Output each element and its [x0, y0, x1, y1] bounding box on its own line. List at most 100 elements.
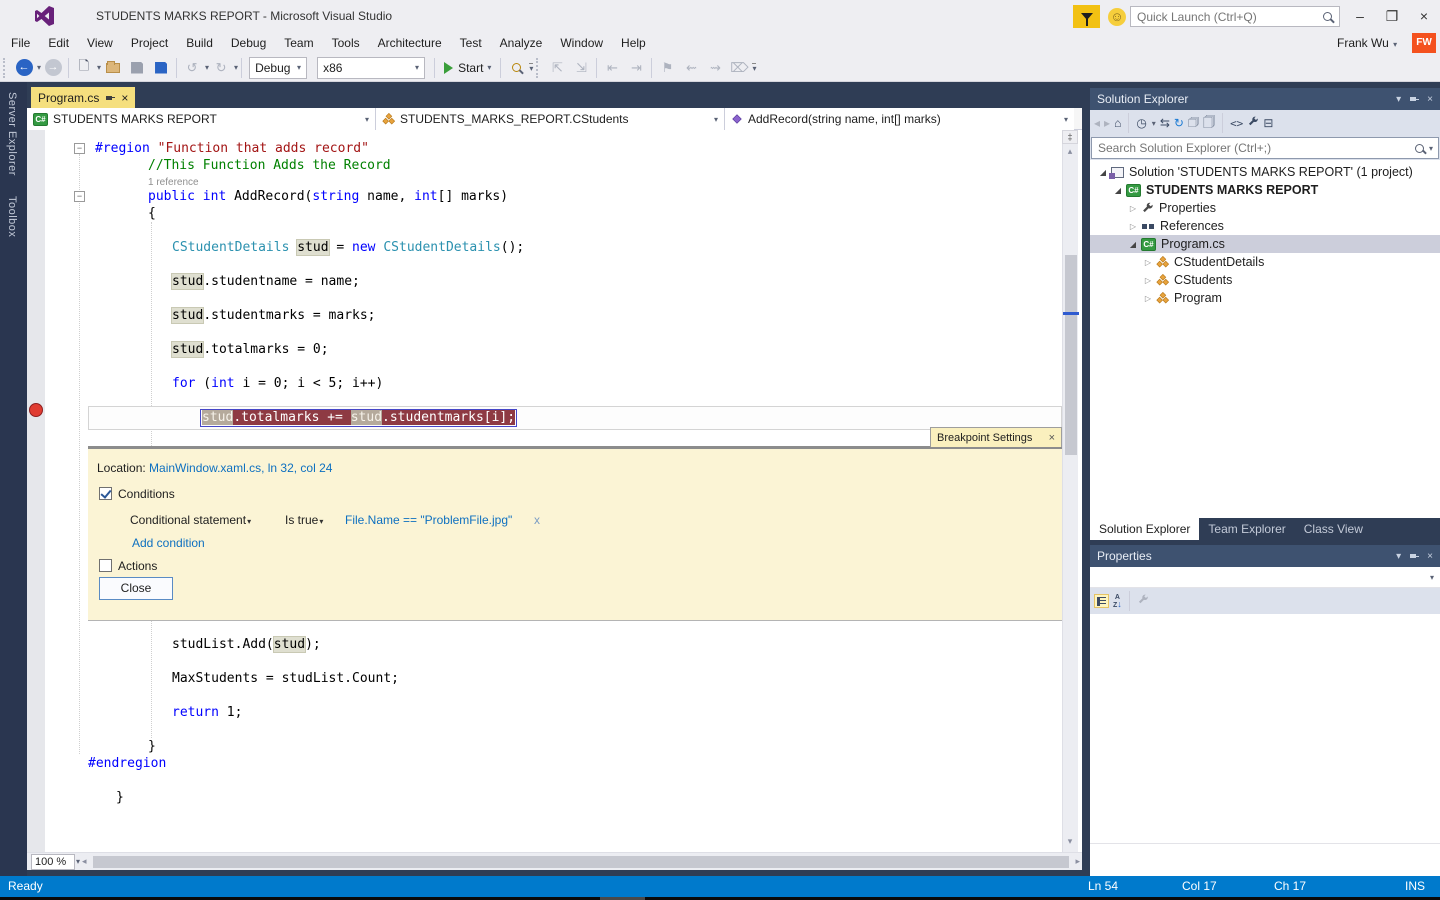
window-position-icon[interactable]: ▾ [1396, 94, 1401, 105]
home-icon[interactable]: ⌂ [1114, 116, 1121, 130]
solution-explorer-close-icon[interactable]: × [1427, 94, 1433, 105]
solution-platform-combo[interactable]: x86 ▾ [317, 56, 426, 79]
editor-splitter-handle[interactable]: ‡ [1062, 130, 1078, 144]
condition-expression[interactable]: File.Name == "ProblemFile.jpg" [345, 513, 512, 527]
conditions-checkbox[interactable] [99, 487, 112, 500]
menu-item-edit[interactable]: Edit [39, 33, 78, 53]
breakpoint-gutter[interactable] [27, 130, 45, 852]
tree-item-program[interactable]: ▷ Program [1090, 289, 1440, 307]
menu-item-file[interactable]: File [2, 33, 39, 53]
scroll-left-arrow[interactable]: ◂ [80, 856, 89, 867]
nest-files-icon[interactable]: 🗇 [1188, 113, 1199, 134]
tool-tab-team-explorer[interactable]: Team Explorer [1199, 518, 1294, 540]
editor-zoom-combo[interactable]: 100 % [31, 853, 75, 870]
undo-icon[interactable]: ↺ [180, 56, 204, 80]
navigate-forward-button[interactable]: → [41, 56, 65, 80]
code-editor[interactable]: − − #region "Function that adds record" /… [27, 130, 1082, 852]
tool-tab-class-view[interactable]: Class View [1295, 518, 1372, 540]
tree-expander-icon[interactable]: ◢ [1113, 186, 1123, 195]
outline-collapse-method[interactable]: − [74, 191, 85, 202]
menu-item-view[interactable]: View [78, 33, 122, 53]
remove-condition-button[interactable]: x [534, 513, 540, 527]
properties-close-icon[interactable]: × [1427, 551, 1433, 562]
tree-expander-icon[interactable]: ▷ [1143, 276, 1153, 285]
actions-checkbox[interactable] [99, 559, 112, 572]
refresh-icon[interactable]: ↻ [1174, 116, 1184, 130]
window-position-icon[interactable]: ▾ [1396, 551, 1401, 562]
auto-hide-pin-icon[interactable] [1409, 94, 1420, 104]
previous-bookmark-icon[interactable]: ⇜ [679, 56, 703, 80]
navigate-back-button[interactable]: ← [12, 56, 36, 80]
pin-icon[interactable] [105, 93, 116, 103]
search-icon[interactable] [1323, 12, 1332, 21]
side-tab-server-explorer[interactable]: Server Explorer [0, 82, 24, 186]
tree-item-students-marks-report[interactable]: ◢ C# STUDENTS MARKS REPORT [1090, 181, 1440, 199]
back-icon[interactable]: ◂ [1094, 116, 1100, 130]
forward-icon[interactable]: ▸ [1104, 116, 1110, 130]
collapse-all-icon[interactable]: ⊟ [1263, 116, 1273, 130]
menu-item-project[interactable]: Project [122, 33, 177, 53]
member-dropdown[interactable]: AddRecord(string name, int[] marks) ▾ [725, 108, 1074, 130]
bookmark-icon[interactable]: ⚑ [655, 56, 679, 80]
peek-close-icon[interactable]: × [1049, 432, 1055, 444]
feedback-smiley-icon[interactable]: ☺ [1108, 8, 1126, 26]
pending-changes-filter-icon[interactable]: ◷ [1136, 116, 1146, 130]
bookmark-toolbar-overflow[interactable]: ▾ [752, 62, 757, 73]
maximize-button[interactable]: ❐ [1378, 6, 1406, 26]
add-condition-link[interactable]: Add condition [132, 536, 205, 550]
indent-decrease-icon[interactable]: ⇤ [600, 56, 624, 80]
menu-item-window[interactable]: Window [551, 33, 612, 53]
type-dropdown[interactable]: STUDENTS_MARKS_REPORT.CStudents ▾ [376, 108, 725, 130]
document-tab-program-cs[interactable]: Program.cs × [31, 87, 136, 108]
quick-launch-input[interactable] [1131, 9, 1323, 24]
properties-titlebar[interactable]: Properties ▾ × [1090, 545, 1440, 567]
user-avatar[interactable]: FW [1412, 33, 1436, 53]
tree-expander-icon[interactable]: ▷ [1128, 222, 1138, 231]
condition-operator-dropdown[interactable]: Is true▾ [285, 513, 323, 527]
start-debug-button[interactable]: Start ▾ [438, 61, 497, 75]
step-over-icon[interactable]: ⇱ [545, 56, 569, 80]
menu-item-architecture[interactable]: Architecture [369, 33, 451, 53]
show-all-files-icon[interactable]: 🗍 [1203, 113, 1215, 134]
alphabetical-sort-icon[interactable]: A Z↓ [1113, 594, 1122, 609]
menu-item-tools[interactable]: Tools [323, 33, 369, 53]
redo-icon[interactable]: ↻ [209, 56, 233, 80]
feedback-filter-icon[interactable] [1073, 5, 1100, 28]
side-tab-toolbox[interactable]: Toolbox [0, 186, 24, 247]
find-in-files-icon[interactable] [504, 56, 528, 80]
tree-item-properties[interactable]: ▷ Properties [1090, 199, 1440, 217]
properties-wrench-icon[interactable] [1247, 116, 1259, 131]
next-bookmark-icon[interactable]: ⇝ [703, 56, 727, 80]
tree-expander-icon[interactable]: ▷ [1143, 258, 1153, 267]
indent-increase-icon[interactable]: ⇥ [624, 56, 648, 80]
tree-item-program-cs[interactable]: ◢ C# Program.cs [1090, 235, 1440, 253]
save-all-icon[interactable] [149, 56, 173, 80]
menu-item-build[interactable]: Build [177, 33, 222, 53]
tree-expander-icon[interactable]: ◢ [1098, 168, 1108, 177]
step-into-icon[interactable]: ⇲ [569, 56, 593, 80]
project-dropdown[interactable]: C# STUDENTS MARKS REPORT ▾ [27, 108, 376, 130]
tree-item-references[interactable]: ▷ References [1090, 217, 1440, 235]
toolbar-overflow[interactable]: ▾ [529, 62, 534, 73]
view-code-icon[interactable]: <> [1230, 117, 1243, 130]
solution-explorer-titlebar[interactable]: Solution Explorer ▾ × [1090, 88, 1440, 110]
menu-item-analyze[interactable]: Analyze [491, 33, 552, 53]
condition-kind-dropdown[interactable]: Conditional statement▾ [130, 513, 251, 527]
minimize-button[interactable]: – [1346, 6, 1374, 26]
search-icon[interactable] [1414, 143, 1424, 153]
vertical-scrollbar-thumb[interactable] [1065, 255, 1077, 455]
tree-item-cstudents[interactable]: ▷ CStudents [1090, 271, 1440, 289]
tool-tab-solution-explorer[interactable]: Solution Explorer [1090, 518, 1200, 540]
categorized-icon[interactable] [1094, 594, 1109, 608]
auto-hide-pin-icon[interactable] [1409, 551, 1420, 561]
signed-in-user[interactable]: Frank Wu ▾ [1337, 36, 1397, 50]
solution-configuration-combo[interactable]: Debug ▾ [249, 56, 308, 79]
sync-with-active-document-icon[interactable]: ⇆ [1160, 116, 1170, 130]
tree-item-cstudentdetails[interactable]: ▷ CStudentDetails [1090, 253, 1440, 271]
property-pages-wrench-icon[interactable] [1137, 594, 1149, 609]
open-file-icon[interactable] [101, 56, 125, 80]
scroll-down-arrow[interactable]: ▾ [1062, 836, 1078, 848]
breakpoint-settings-tab[interactable]: Breakpoint Settings × [930, 427, 1062, 447]
solution-explorer-search-input[interactable] [1092, 141, 1415, 155]
scroll-right-arrow[interactable]: ▸ [1073, 856, 1082, 867]
